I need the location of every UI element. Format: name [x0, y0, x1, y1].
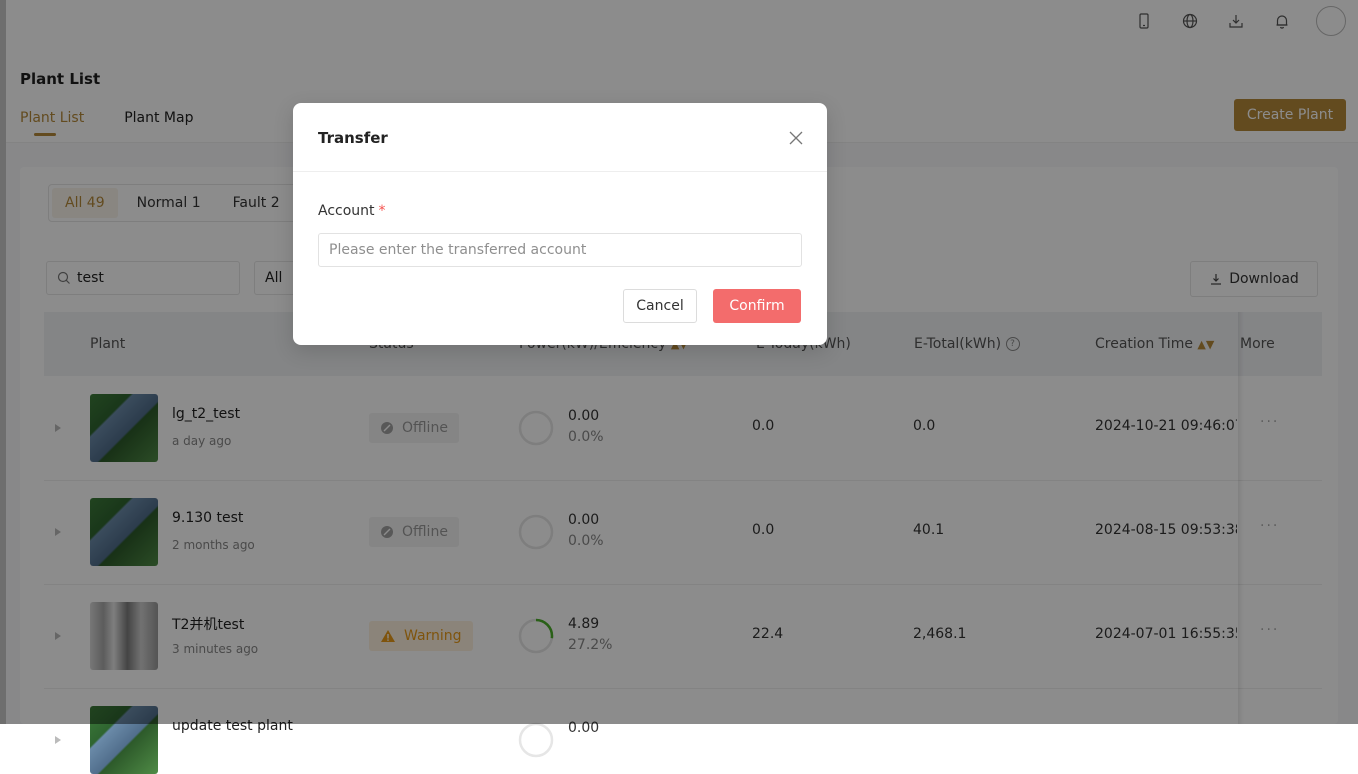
account-label-text: Account [318, 203, 375, 219]
modal-title: Transfer [318, 129, 388, 147]
transfer-modal: Transfer Account* Cancel Confirm [293, 103, 827, 345]
account-input[interactable] [318, 233, 802, 267]
cancel-button[interactable]: Cancel [623, 289, 697, 323]
close-icon[interactable] [785, 127, 807, 149]
expand-row-icon[interactable] [55, 736, 61, 744]
modal-divider [293, 171, 827, 172]
required-mark: * [378, 203, 386, 219]
efficiency-ring [518, 722, 554, 758]
account-label: Account * [318, 203, 386, 219]
confirm-button[interactable]: Confirm [713, 289, 801, 323]
